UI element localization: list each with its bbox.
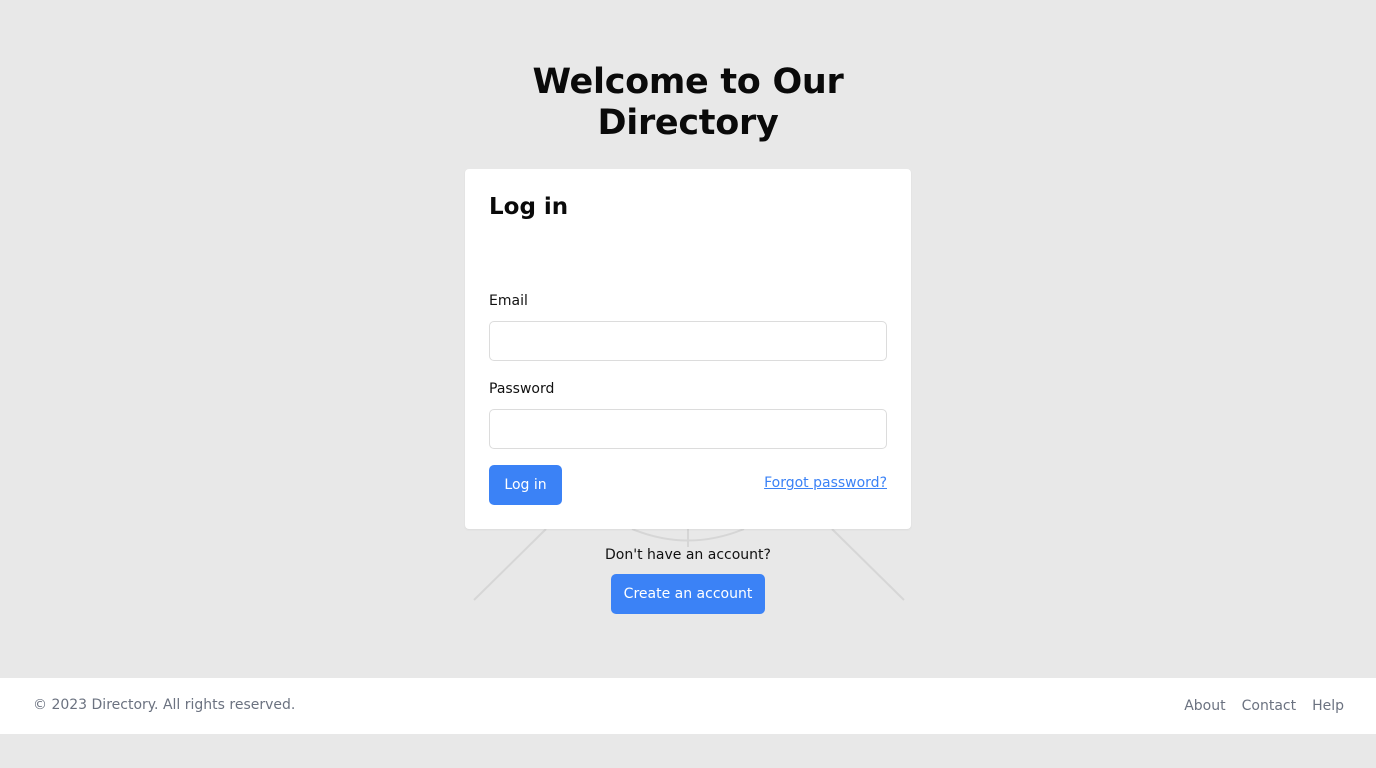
email-input[interactable] <box>489 321 887 361</box>
page-title-line-2: Directory <box>597 103 779 143</box>
signup-prompt: Don't have an account? <box>605 547 771 563</box>
login-button[interactable]: Log in <box>489 465 562 505</box>
footer-link-about[interactable]: About <box>1184 698 1225 714</box>
forgot-password-link[interactable]: Forgot password? <box>764 475 887 491</box>
login-card-title: Log in <box>489 194 569 220</box>
password-input[interactable] <box>489 409 887 449</box>
copyright-text: © 2023 Directory. All rights reserved. <box>33 697 296 713</box>
footer: © 2023 Directory. All rights reserved. A… <box>0 678 1376 734</box>
login-card: Log in Email Password Log in Forgot pass… <box>465 169 911 529</box>
footer-link-contact[interactable]: Contact <box>1242 698 1296 714</box>
footer-nav: About Contact Help <box>1184 698 1344 714</box>
page-title-line-1: Welcome to Our <box>532 62 844 102</box>
footer-link-help[interactable]: Help <box>1312 698 1344 714</box>
email-label: Email <box>489 293 528 309</box>
password-label: Password <box>489 381 555 397</box>
create-account-button[interactable]: Create an account <box>611 574 765 614</box>
page-title: Welcome to Our Directory <box>0 62 1376 144</box>
